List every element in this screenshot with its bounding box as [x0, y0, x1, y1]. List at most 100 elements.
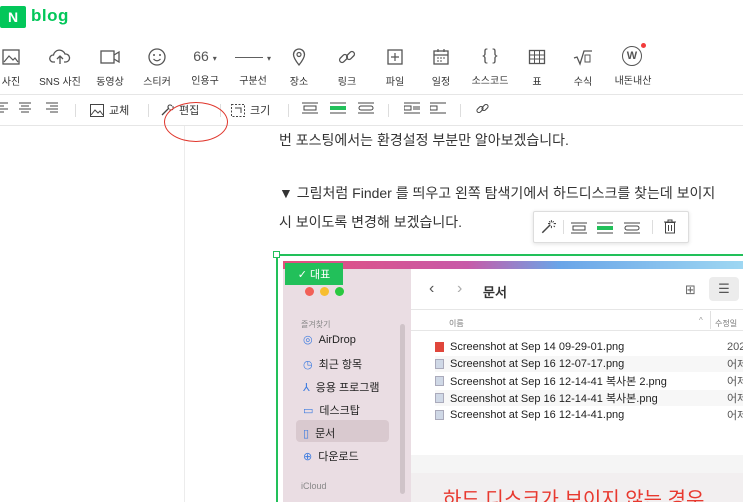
toolbar-label: 장소	[289, 77, 309, 88]
size-label: 크기	[250, 105, 271, 117]
toolbar-video-button[interactable]: 동영상	[92, 34, 128, 94]
grid-view-icon[interactable]: ⊞	[685, 282, 696, 298]
paragraph-text[interactable]: 시 보이도록 변경해 보겠습니다.	[279, 212, 462, 232]
file-row[interactable]: Screenshot at Sep 16 12-14-41.png 어제	[435, 407, 743, 423]
list-view-icon[interactable]: ☰	[709, 277, 739, 301]
toolbar-divider	[460, 104, 461, 117]
sidebar-scrollbar[interactable]	[400, 324, 405, 494]
toolbar-divider	[75, 104, 76, 117]
toolbar-label: 스티커	[143, 77, 171, 88]
forward-arrow-icon[interactable]: ›	[457, 280, 462, 298]
magic-wand-icon[interactable]	[540, 219, 556, 240]
new-badge-dot	[641, 43, 646, 48]
png-file-icon	[435, 342, 444, 352]
download-icon: ⊕	[303, 450, 313, 463]
align-left-icon[interactable]	[0, 102, 8, 114]
align-center-icon[interactable]	[19, 102, 31, 114]
layout-inline-icon[interactable]	[571, 221, 587, 239]
text-wrap-left-icon[interactable]	[404, 102, 420, 114]
minimize-window-icon[interactable]	[320, 287, 329, 296]
toolbar-label: 구분선	[239, 76, 267, 87]
text-wrap-right-icon[interactable]	[430, 102, 446, 114]
resize-handle[interactable]	[273, 251, 280, 258]
layout-wide-icon[interactable]	[624, 221, 640, 239]
toolbar-table-button[interactable]: 표	[524, 34, 550, 94]
sidebar-section-header: iCloud	[301, 481, 327, 491]
square-root-icon	[573, 50, 592, 66]
toolbar-photo-button[interactable]: 사진	[0, 34, 24, 94]
divider	[411, 330, 743, 331]
clock-icon: ◷	[303, 358, 313, 371]
trash-icon[interactable]	[663, 219, 677, 239]
desktop-icon: ▭	[303, 404, 314, 417]
airdrop-icon: ◎	[303, 334, 313, 346]
layout-wide-icon[interactable]	[358, 102, 374, 114]
toolbar-sns-photo-button[interactable]: SNS 사진	[38, 34, 82, 94]
sort-chevron-icon[interactable]: ^	[699, 316, 703, 325]
toolbar-label: 내돈내산	[614, 76, 652, 87]
layout-full-width-icon[interactable]	[330, 102, 346, 114]
toolbar-label: 표	[532, 77, 542, 88]
file-row[interactable]: Screenshot at Sep 16 12-14-41 복사본.png 어제	[435, 390, 743, 406]
document-icon: ▯	[303, 427, 310, 440]
toolbar-place-button[interactable]: 장소	[286, 34, 312, 94]
zoom-window-icon[interactable]	[335, 287, 344, 296]
toolbar-divider	[652, 220, 653, 234]
photo-icon	[2, 49, 20, 65]
toolbar-label: 사진	[1, 77, 21, 88]
image-format-toolbar: 교체 편집 크기	[0, 95, 743, 126]
toolbar-divider	[288, 104, 289, 117]
insert-toolbar: 사진 SNS 사진 동영상 스티커 66 ▾ 인용구 —— ▾ 구분선 장소 링…	[0, 34, 743, 95]
toolbar-source-code-button[interactable]: { } 소스코드	[470, 34, 510, 94]
replace-button[interactable]: 교체	[90, 102, 129, 118]
sidebar-item-airdrop[interactable]: ◎ AirDrop	[303, 333, 356, 347]
file-row[interactable]: Screenshot at Sep 16 12-07-17.png 어제	[435, 356, 743, 372]
size-button[interactable]: 크기	[231, 102, 270, 118]
image-caption-overlay: 하드 디스크가 보이지 않는 경우	[443, 489, 705, 502]
toolbar-formula-button[interactable]: 수식	[570, 34, 596, 94]
sidebar-item-recents[interactable]: ◷ 최근 항목	[303, 356, 362, 372]
sidebar-item-applications[interactable]: ⅄ 응용 프로그램	[303, 379, 380, 395]
applications-icon: ⅄	[303, 381, 310, 394]
link-icon	[338, 50, 356, 64]
paragraph-text[interactable]: 번 포스팅에서는 환경설정 부분만 알아보겠습니다.	[279, 130, 569, 150]
toolbar-file-button[interactable]: 파일	[382, 34, 408, 94]
toolbar-link-button[interactable]: 링크	[334, 34, 360, 94]
file-row[interactable]: Screenshot at Sep 14 09-29-01.png 202	[435, 339, 743, 355]
png-file-icon	[435, 359, 444, 369]
back-arrow-icon[interactable]: ‹	[429, 280, 434, 298]
layout-inline-icon[interactable]	[302, 102, 318, 114]
toolbar-quote-button[interactable]: 66 ▾ 인용구	[186, 34, 224, 94]
blog-logo-text[interactable]: blog	[31, 6, 69, 26]
sidebar-item-downloads[interactable]: ⊕ 다운로드	[303, 448, 359, 464]
close-window-icon[interactable]	[305, 287, 314, 296]
finder-sidebar: 즐겨찾기 ◎ AirDrop ◷ 최근 항목 ⅄ 응용 프로그램 ▭ 데스크탑 ▯ 문서 …	[283, 269, 411, 502]
sidebar-item-desktop[interactable]: ▭ 데스크탑	[303, 402, 360, 418]
sidebar-section-header: 즐겨찾기	[301, 320, 331, 329]
toolbar-label: 인용구	[191, 76, 219, 87]
toolbar-divider	[563, 220, 564, 234]
toolbar-label: 소스코드	[471, 76, 509, 87]
png-file-icon	[435, 410, 444, 420]
screenshot-image[interactable]: 즐겨찾기 ◎ AirDrop ◷ 최근 항목 ⅄ 응용 프로그램 ▭ 데스크탑 ▯ 문서 …	[283, 261, 743, 502]
toolbar-divider-button[interactable]: —— ▾ 구분선	[234, 34, 272, 94]
paragraph-text[interactable]: ▼ 그림처럼 Finder 를 띄우고 왼쪽 탐색기에서 하드디스크를 찾는데 …	[279, 183, 715, 203]
naver-logo-icon[interactable]: N	[0, 6, 26, 28]
link-icon[interactable]	[476, 102, 489, 115]
file-row[interactable]: Screenshot at Sep 16 12-14-41 복사본 2.png 어…	[435, 373, 743, 389]
toolbar-divider	[148, 104, 149, 117]
divider	[411, 309, 743, 310]
toolbar-label: SNS 사진	[39, 77, 81, 88]
representative-badge[interactable]: ✓ 대표	[285, 263, 343, 285]
align-right-icon[interactable]	[46, 102, 58, 114]
toolbar-my-market-button[interactable]: W 내돈내산	[612, 34, 654, 94]
resize-icon	[231, 103, 245, 117]
toolbar-sticker-button[interactable]: 스티커	[140, 34, 174, 94]
column-header-modified[interactable]: 수정일	[715, 318, 737, 329]
sidebar-item-documents[interactable]: ▯ 문서	[303, 425, 335, 441]
file-add-icon	[387, 49, 403, 65]
layout-full-width-icon[interactable]	[597, 221, 613, 239]
toolbar-schedule-button[interactable]: 일정	[428, 34, 454, 94]
column-header-name[interactable]: 이름	[449, 318, 464, 329]
quote-icon: 66 ▾	[193, 48, 217, 64]
